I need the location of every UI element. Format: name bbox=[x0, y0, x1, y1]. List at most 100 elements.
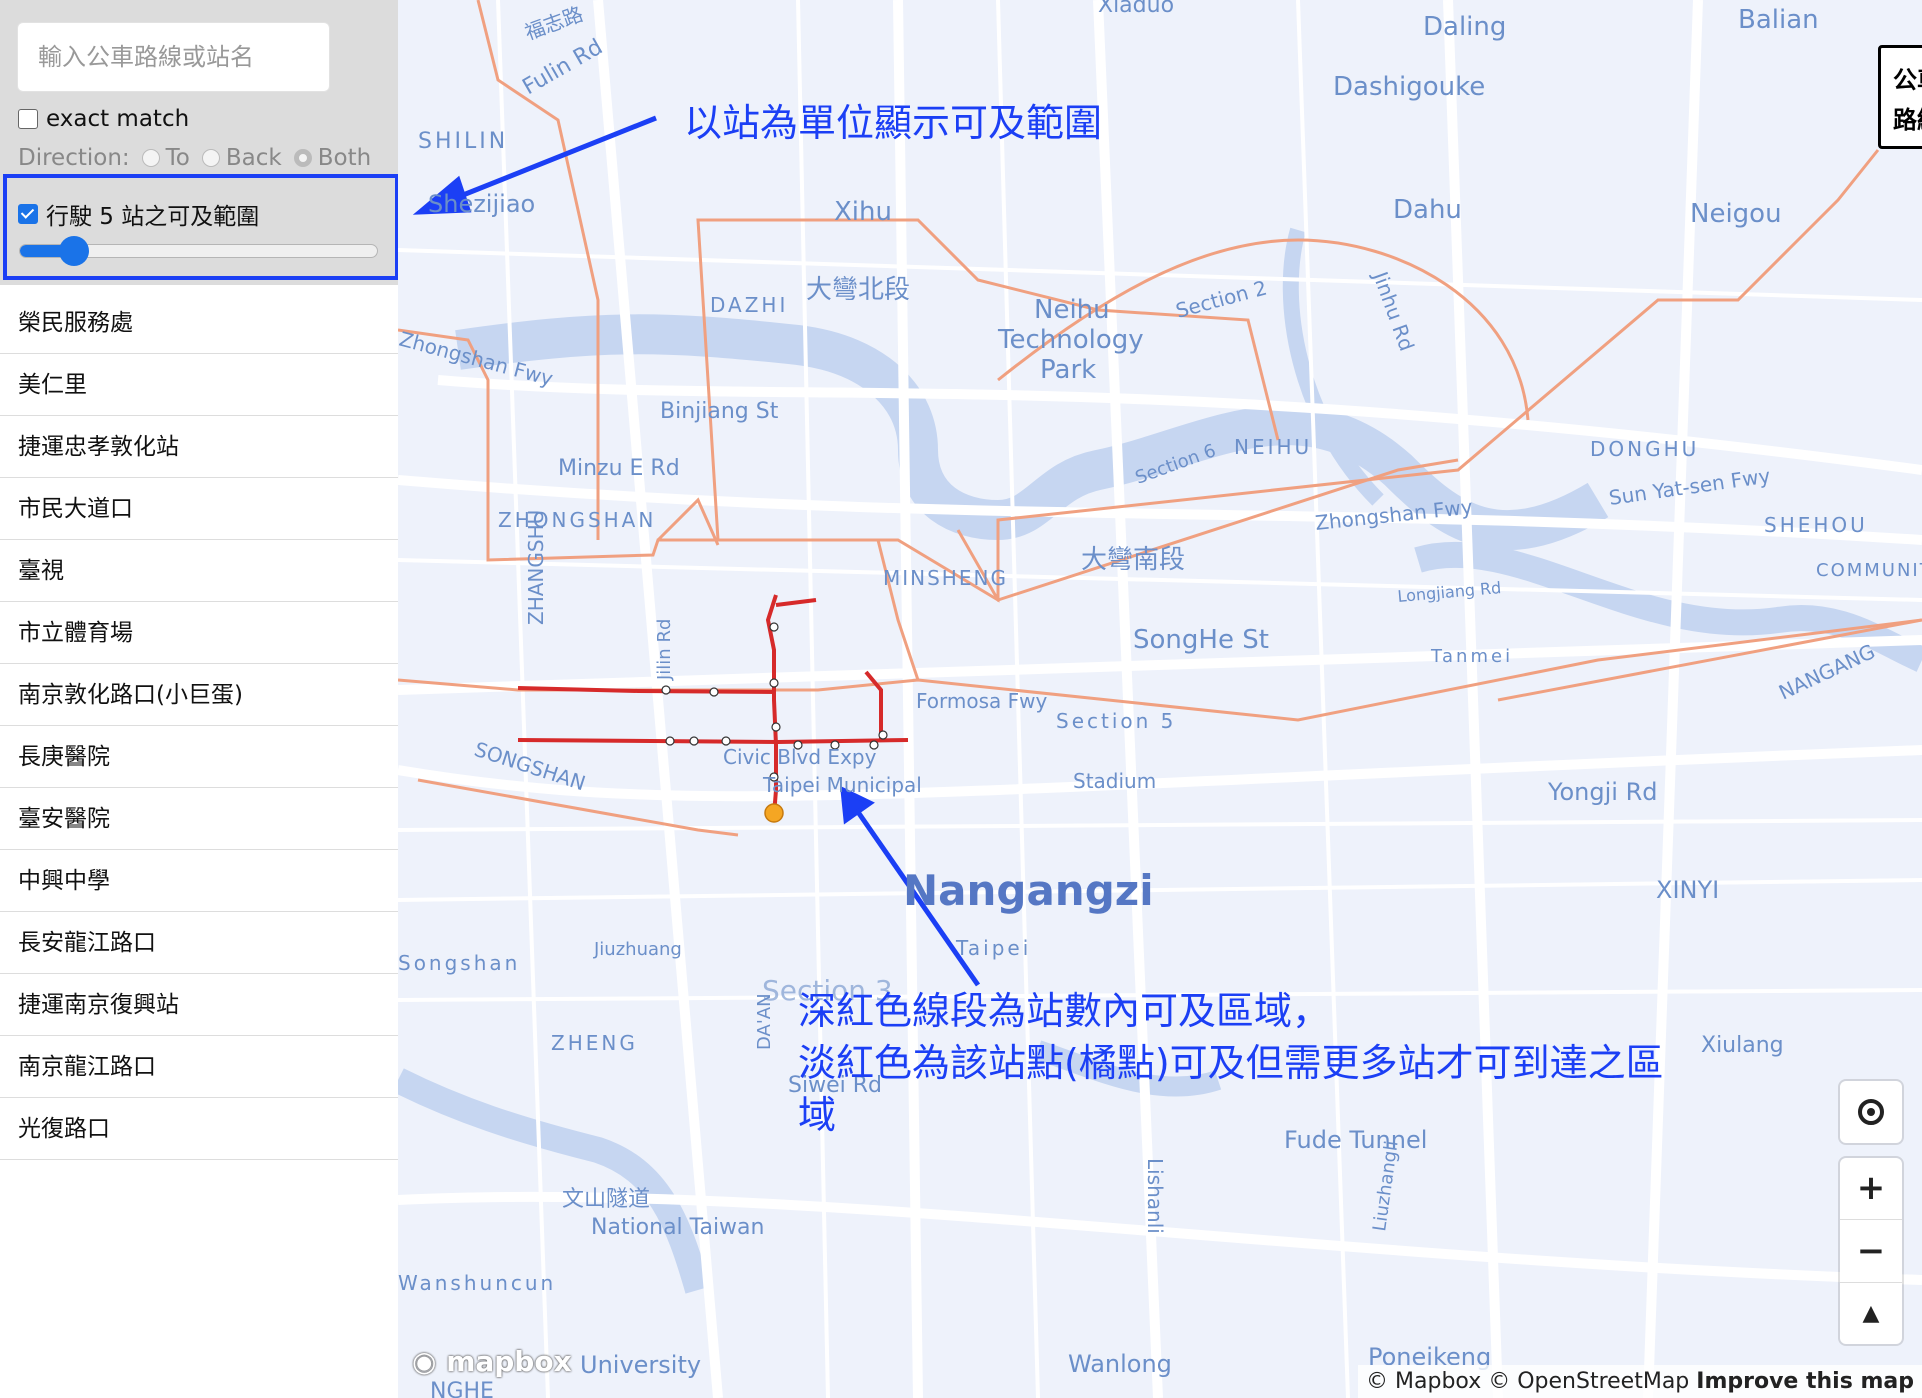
zoom-out-button[interactable]: − bbox=[1840, 1220, 1902, 1283]
map-labels: Xiaduo Daling Balian 福志路 Fulin Rd Dashig… bbox=[398, 0, 1922, 1398]
zoom-control: + − ▲ bbox=[1840, 1158, 1902, 1344]
map-label: ZHONGSHAN bbox=[498, 508, 656, 532]
map-label: Longjiang Rd bbox=[1397, 578, 1502, 606]
map-label: DONGHU bbox=[1590, 437, 1699, 461]
annotation-top: 以站為單位顯示可及範圍 bbox=[684, 101, 1103, 145]
map-label: Xihu bbox=[834, 197, 892, 227]
direction-back-radio[interactable] bbox=[201, 149, 220, 167]
map-label: Section 5 bbox=[1056, 709, 1176, 733]
stop-list-item[interactable]: 長庚醫院 bbox=[0, 726, 398, 788]
compass-button[interactable]: ▲ bbox=[1840, 1283, 1902, 1345]
map-label: SHEHOU bbox=[1764, 513, 1868, 537]
map-label: Dashigouke bbox=[1333, 72, 1485, 102]
map-label: Jinhu Rd bbox=[1368, 267, 1419, 355]
map-label: National Taiwan bbox=[591, 1215, 764, 1240]
stop-list-item[interactable]: 中興中學 bbox=[0, 850, 398, 912]
map-label: Section 2 bbox=[1173, 275, 1269, 322]
map-label: ZHANGSHU bbox=[524, 510, 548, 625]
annotation-bottom: 深紅色線段為站數內可及區域， 淡紅色為該站點(橘點)可及但需更多站才可到達之區 … bbox=[798, 985, 1664, 1141]
control-panel: 輸入公車路線或站名 exact match Direction: To Back… bbox=[0, 0, 399, 285]
search-input[interactable]: 輸入公車路線或站名 bbox=[17, 22, 330, 92]
sidebar: 輸入公車路線或站名 exact match Direction: To Back… bbox=[0, 0, 399, 1398]
range-checkbox[interactable] bbox=[18, 204, 38, 224]
stop-list-item[interactable]: 捷運南京復興站 bbox=[0, 974, 398, 1036]
stop-list-item[interactable]: 南京龍江路口 bbox=[0, 1036, 398, 1098]
annotation-bottom-line2: 淡紅色為該站點(橘點)可及但需更多站才可到達之區 bbox=[798, 1041, 1664, 1085]
map-label: ZHENG bbox=[551, 1031, 638, 1055]
map-label: 大彎南段 bbox=[1081, 545, 1185, 575]
map-label: Daling bbox=[1423, 12, 1506, 42]
map-label: Stadium bbox=[1073, 769, 1156, 793]
map-label: Neigou bbox=[1690, 199, 1782, 229]
stop-list-item[interactable]: 捷運忠孝敦化站 bbox=[0, 416, 398, 478]
direction-label: Direction: bbox=[18, 145, 130, 171]
exact-match-label: exact match bbox=[46, 106, 190, 132]
river bbox=[398, 1068, 711, 1294]
stop-name-label: 公車站: bbox=[1893, 66, 1922, 94]
map-label: SongHe St bbox=[1133, 625, 1269, 655]
map-label: Lishanli bbox=[1143, 1158, 1167, 1234]
map-label: Binjiang St bbox=[660, 399, 779, 424]
map-label: Dahu bbox=[1393, 195, 1462, 225]
attribution: © Mapbox © OpenStreetMap Improve this ma… bbox=[1358, 1365, 1922, 1398]
direction-row: Direction: To Back Both bbox=[18, 145, 371, 171]
origin-stop-marker[interactable] bbox=[764, 803, 784, 823]
stop-list-item[interactable]: 光復路口 bbox=[0, 1098, 398, 1160]
stop-list-item[interactable]: 臺視 bbox=[0, 540, 398, 602]
map-label: Jiuzhuang bbox=[593, 939, 682, 960]
crosshair-icon bbox=[1858, 1099, 1884, 1125]
direction-both-radio[interactable] bbox=[293, 149, 312, 167]
range-checkbox-row[interactable]: 行駛 5 站之可及範圍 bbox=[18, 197, 259, 231]
attribution-osm-link[interactable]: © OpenStreetMap bbox=[1488, 1369, 1689, 1394]
direction-back-label: Back bbox=[225, 145, 282, 171]
stop-list-item[interactable]: 市民大道口 bbox=[0, 478, 398, 540]
map-canvas[interactable]: Xiaduo Daling Balian 福志路 Fulin Rd Dashig… bbox=[398, 0, 1922, 1398]
improve-map-link[interactable]: Improve this map bbox=[1696, 1369, 1914, 1394]
zoom-in-button[interactable]: + bbox=[1840, 1157, 1902, 1220]
stop-list-item[interactable]: 美仁里 bbox=[0, 354, 398, 416]
attribution-mapbox-link[interactable]: © Mapbox bbox=[1366, 1369, 1481, 1394]
direction-to-radio[interactable] bbox=[141, 149, 160, 167]
map-label: Minzu E Rd bbox=[558, 456, 680, 481]
map-label: Formosa Fwy bbox=[916, 689, 1048, 713]
exact-match-row[interactable]: exact match bbox=[18, 106, 189, 132]
map-label: COMMUNITY bbox=[1816, 560, 1922, 581]
map-label: Fulin Rd bbox=[519, 35, 608, 101]
map-label: Yongji Rd bbox=[1547, 778, 1657, 806]
stop-list-item[interactable]: 市立體育場 bbox=[0, 602, 398, 664]
map-label: Nangangzi bbox=[903, 866, 1154, 915]
map-label: DA'AN bbox=[754, 993, 775, 1050]
route-name-label: 路線: bbox=[1893, 106, 1922, 134]
mapbox-logo-text: mapbox bbox=[446, 1345, 572, 1378]
direction-to-label: To bbox=[165, 145, 190, 171]
map-label: SHILIN bbox=[418, 129, 508, 154]
map-label: Wanlong bbox=[1068, 1350, 1172, 1378]
stop-list-item[interactable]: 長安龍江路口 bbox=[0, 912, 398, 974]
map-label: University bbox=[580, 1351, 701, 1379]
map-label: 文山隧道 bbox=[562, 1187, 650, 1212]
stop-list-item[interactable]: 臺安醫院 bbox=[0, 788, 398, 850]
map-label: Tanmei bbox=[1430, 646, 1513, 667]
annotation-bottom-line3: 域 bbox=[798, 1093, 837, 1137]
stops-slider-thumb[interactable] bbox=[59, 236, 89, 266]
map-label: Sun Yat-sen Fwy bbox=[1607, 464, 1772, 510]
geolocate-button[interactable] bbox=[1840, 1081, 1902, 1143]
exact-match-checkbox[interactable] bbox=[18, 109, 38, 129]
range-checkbox-label: 行駛 5 站之可及範圍 bbox=[46, 204, 260, 230]
map-label: Technology bbox=[997, 325, 1144, 355]
map-label: Balian bbox=[1738, 5, 1819, 35]
map-label: Taipei bbox=[955, 936, 1031, 960]
map-label: NEIHU bbox=[1234, 435, 1312, 459]
stop-list-item[interactable]: 榮民服務處 bbox=[0, 292, 398, 354]
map-label: MINSHENG bbox=[883, 566, 1008, 590]
stop-list-item[interactable]: 南京敦化路口(小巨蛋) bbox=[0, 664, 398, 726]
map-label: DAZHI bbox=[710, 293, 788, 317]
map-label: NGHE bbox=[430, 1379, 494, 1398]
map[interactable]: Xiaduo Daling Balian 福志路 Fulin Rd Dashig… bbox=[398, 0, 1922, 1398]
mapbox-logo[interactable]: ◉ mapbox bbox=[412, 1345, 572, 1378]
map-label: Xiulang bbox=[1701, 1033, 1784, 1058]
map-label: Taipei Municipal bbox=[762, 773, 922, 797]
map-label: Shezijiao bbox=[428, 190, 535, 218]
info-box: 公車站: 路線: bbox=[1878, 45, 1922, 149]
map-label: Jilin Rd bbox=[654, 619, 675, 681]
